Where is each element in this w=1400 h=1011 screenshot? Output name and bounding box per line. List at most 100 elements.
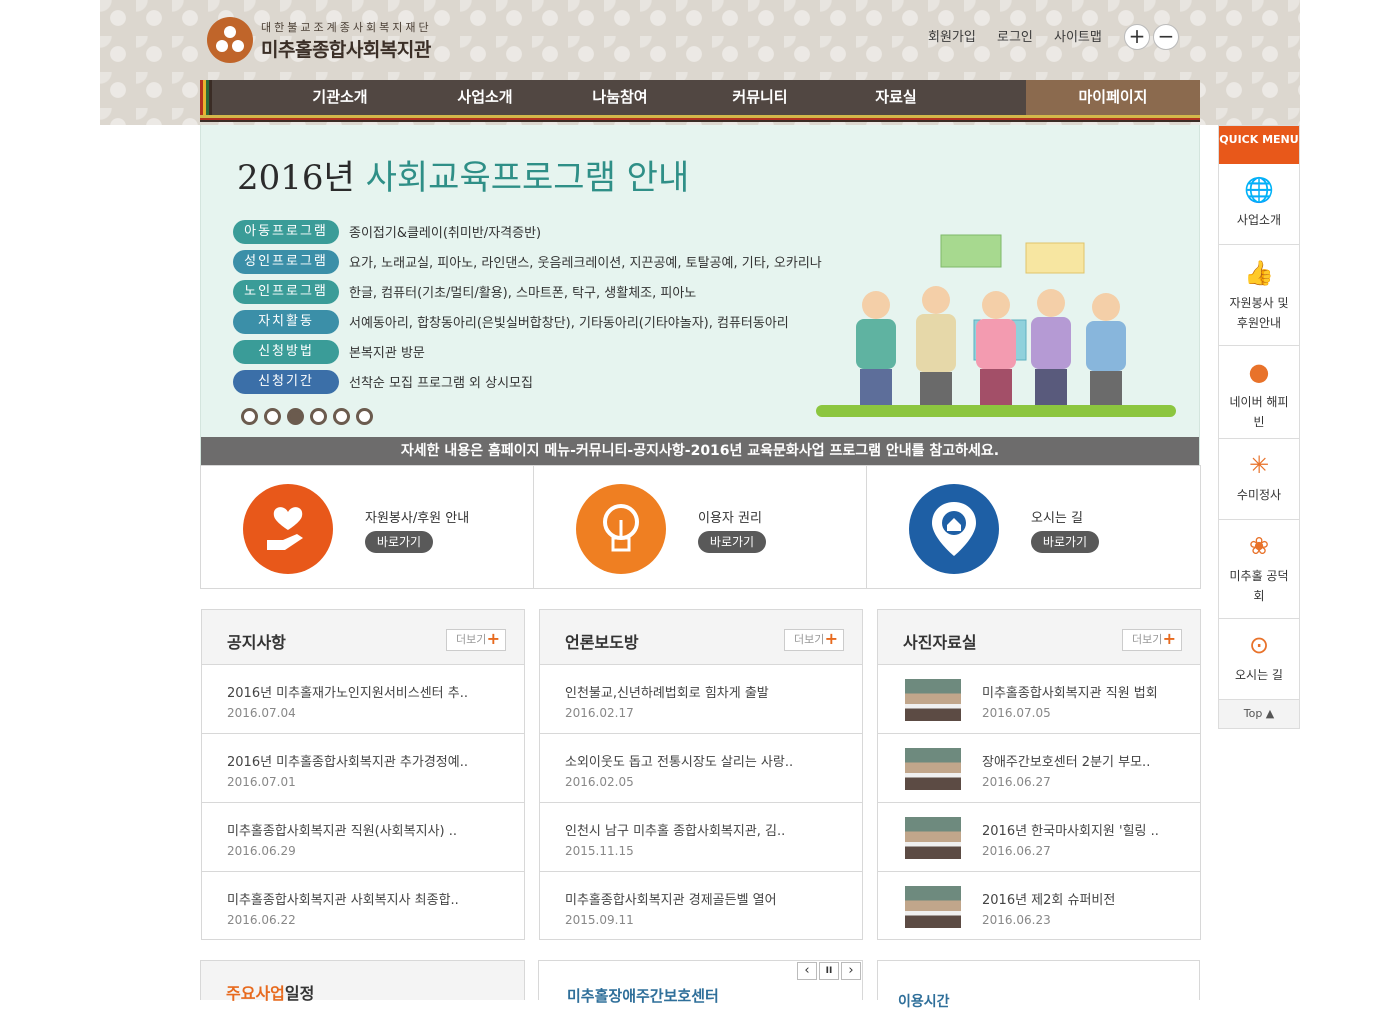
top-button[interactable]: Top ▲ — [1219, 700, 1299, 728]
more-button[interactable]: 더보기 + — [1122, 629, 1182, 651]
item-date: 2016.02.05 — [565, 775, 634, 789]
item-title[interactable]: 2016년 제2회 슈퍼비전 — [982, 889, 1115, 908]
pause-button[interactable]: II — [819, 962, 839, 980]
list-item[interactable]: 소외이웃도 돕고 전통시장도 살리는 사랑.. 2016.02.05 — [540, 734, 862, 803]
list-item[interactable]: 미추홀종합사회복지관 직원 법회 2016.07.05 — [878, 665, 1200, 734]
item-title[interactable]: 2016년 한국마사회지원 '힐링 .. — [982, 820, 1159, 839]
nav-about[interactable]: 기관소개 — [280, 80, 400, 115]
photo-thumbnail[interactable] — [905, 817, 961, 859]
nav-archive[interactable]: 자료실 — [836, 80, 956, 115]
list-item[interactable]: 2016년 한국마사회지원 '힐링 .. 2016.06.27 — [878, 803, 1200, 872]
go-button[interactable]: 바로가기 — [698, 531, 766, 553]
quick-menu-item[interactable]: 🌐 사업소개 — [1219, 164, 1299, 245]
list-item[interactable]: 인천시 남구 미추홀 종합사회복지관, 김.. 2015.11.15 — [540, 803, 862, 872]
main-banner[interactable]: 2016년 사회교육프로그램 안내 아동프로그램 종이접기&클레이(취미반/자격… — [200, 125, 1200, 465]
quick-user-rights[interactable]: 이용자 권리 바로가기 — [534, 466, 867, 588]
item-title[interactable]: 2016년 미추홀종합사회복지관 추가경정예.. — [227, 751, 468, 770]
photo-thumbnail[interactable] — [905, 679, 961, 721]
zoom-out-button[interactable]: − — [1153, 24, 1179, 50]
quick-label: 자원봉사/후원 안내 — [365, 511, 470, 526]
item-title[interactable]: 인천시 남구 미추홀 종합사회복지관, 김.. — [565, 820, 785, 839]
item-title[interactable]: 2016년 미추홀재가노인지원서비스센터 추.. — [227, 682, 468, 701]
quick-menu-item[interactable]: ● 네이버 해피빈 — [1219, 346, 1299, 439]
program-text: 본복지관 방문 — [349, 346, 425, 361]
sitemap-link[interactable]: 사이트맵 — [1054, 26, 1102, 45]
more-button[interactable]: 더보기 + — [446, 629, 506, 651]
hours-title: 이용시간 — [898, 994, 950, 1010]
site-logo[interactable]: 대한불교조계종사회복지재단 미추홀종합사회복지관 — [207, 17, 432, 63]
photo-thumbnail[interactable] — [905, 886, 961, 928]
slide-dot[interactable] — [356, 408, 373, 425]
item-title[interactable]: 미추홀종합사회복지관 직원 법회 — [982, 682, 1158, 701]
globe-icon: 🌐 — [1244, 176, 1274, 204]
thumbs-up-icon: 👍 — [1244, 259, 1274, 287]
main-navigation: 기관소개 사업소개 나눔참여 커뮤니티 자료실 마이페이지 — [200, 80, 1200, 125]
org-name: 미추홀종합사회복지관 — [261, 38, 431, 61]
list-item[interactable]: 미추홀종합사회복지관 직원(사회복지사) .. 2016.06.29 — [202, 803, 524, 872]
photo-thumbnail[interactable] — [905, 748, 961, 790]
item-title[interactable]: 미추홀종합사회복지관 경제골든벨 열어 — [565, 889, 777, 908]
item-title[interactable]: 미추홀종합사회복지관 사회복지사 최종합.. — [227, 889, 459, 908]
item-title[interactable]: 소외이웃도 돕고 전통시장도 살리는 사랑.. — [565, 751, 793, 770]
plus-icon: + — [1162, 629, 1176, 648]
hours-panel: 이용시간 — [877, 960, 1200, 1010]
slide-dot[interactable] — [287, 408, 304, 425]
quick-menu-item[interactable]: ✳ 수미정사 — [1219, 439, 1299, 520]
item-date: 2015.09.11 — [565, 913, 634, 927]
quick-menu-label: 자원봉사 및 후원안내 — [1229, 296, 1289, 330]
quick-directions[interactable]: 오시는 길 바로가기 — [867, 466, 1200, 588]
nav-community[interactable]: 커뮤니티 — [700, 80, 820, 115]
nav-donation[interactable]: 나눔참여 — [560, 80, 680, 115]
item-date: 2016.06.27 — [982, 844, 1051, 858]
quick-menu-item[interactable]: ⊙ 오시는 길 — [1219, 619, 1299, 700]
quick-volunteer[interactable]: 자원봉사/후원 안내 바로가기 — [201, 466, 534, 588]
list-item[interactable]: 장애주간보호센터 2분기 부모.. 2016.06.27 — [878, 734, 1200, 803]
item-date: 2016.06.22 — [227, 913, 296, 927]
list-item[interactable]: 2016년 제2회 슈퍼비전 2016.06.23 — [878, 872, 1200, 941]
item-date: 2016.06.27 — [982, 775, 1051, 789]
signup-link[interactable]: 회원가입 — [928, 26, 976, 45]
quick-menu-label: 네이버 해피빈 — [1229, 395, 1289, 429]
banner-illustration — [816, 234, 1176, 417]
board-title[interactable]: 언론보도방 — [565, 629, 639, 653]
slide-dot[interactable] — [310, 408, 327, 425]
list-item[interactable]: 2016년 미추홀재가노인지원서비스센터 추.. 2016.07.04 — [202, 665, 524, 734]
next-button[interactable]: › — [841, 962, 861, 980]
item-title[interactable]: 인천불교,신년하례법회로 힘차게 출발 — [565, 682, 769, 701]
program-tag: 성인프로그램 — [233, 250, 339, 274]
nav-business[interactable]: 사업소개 — [425, 80, 545, 115]
slide-dot[interactable] — [241, 408, 258, 425]
program-tag: 노인프로그램 — [233, 280, 339, 304]
list-item[interactable]: 인천불교,신년하례법회로 힘차게 출발 2016.02.17 — [540, 665, 862, 734]
board-title[interactable]: 공지사항 — [227, 629, 286, 653]
plus-icon: + — [486, 629, 500, 648]
org-foundation-name: 대한불교조계종사회복지재단 — [261, 20, 432, 34]
go-button[interactable]: 바로가기 — [1031, 531, 1099, 553]
item-date: 2015.11.15 — [565, 844, 634, 858]
schedule-title: 일정 — [284, 984, 315, 1003]
quick-label: 이용자 권리 — [698, 511, 762, 526]
login-link[interactable]: 로그인 — [997, 26, 1033, 45]
quick-menu-label: 오시는 길 — [1235, 668, 1283, 682]
prev-button[interactable]: ‹ — [797, 962, 817, 980]
list-item[interactable]: 미추홀종합사회복지관 사회복지사 최종합.. 2016.06.22 — [202, 872, 524, 941]
slide-dot[interactable] — [333, 408, 350, 425]
more-button[interactable]: 더보기 + — [784, 629, 844, 651]
go-button[interactable]: 바로가기 — [365, 531, 433, 553]
temple-icon: ✳ — [1248, 451, 1270, 479]
list-item[interactable]: 2016년 미추홀종합사회복지관 추가경정예.. 2016.07.01 — [202, 734, 524, 803]
lotus-icon: ❀ — [1248, 532, 1270, 560]
nav-color-edge — [200, 80, 212, 115]
slide-dot[interactable] — [264, 408, 281, 425]
item-title[interactable]: 미추홀종합사회복지관 직원(사회복지사) .. — [227, 820, 457, 839]
zoom-in-button[interactable]: + — [1124, 24, 1150, 50]
map-pin-home-icon — [909, 484, 999, 574]
nav-mypage[interactable]: 마이페이지 — [1026, 80, 1200, 115]
list-item[interactable]: 미추홀종합사회복지관 경제골든벨 열어 2015.09.11 — [540, 872, 862, 941]
item-date: 2016.02.17 — [565, 706, 634, 720]
quick-menu-item[interactable]: ❀ 미추홀 공덕회 — [1219, 520, 1299, 619]
board-title[interactable]: 사진자료실 — [903, 629, 977, 653]
item-title[interactable]: 장애주간보호센터 2분기 부모.. — [982, 751, 1150, 770]
quick-menu-item[interactable]: 👍 자원봉사 및 후원안내 — [1219, 245, 1299, 346]
program-tag: 신청기간 — [233, 370, 339, 394]
